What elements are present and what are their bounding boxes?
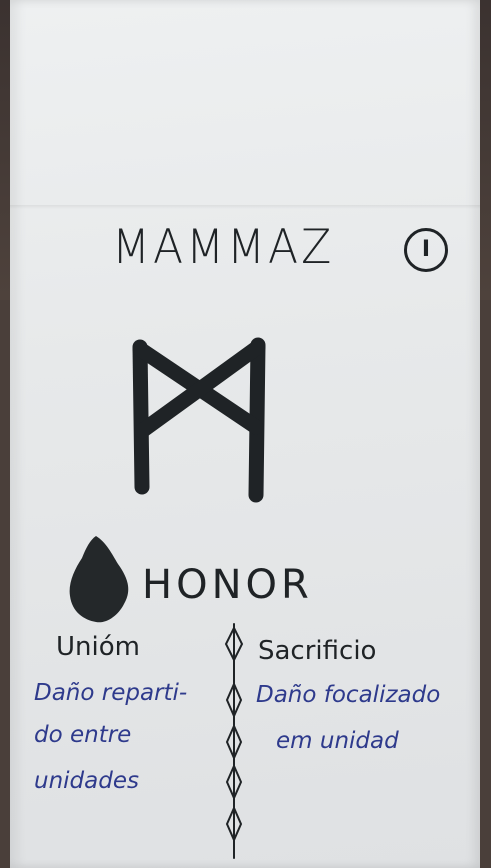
right-column-line-1: Daño focalizado (256, 682, 441, 708)
left-column-line-1: Daño reparti- (34, 680, 188, 706)
value-word: HONOR (142, 562, 313, 608)
ink-blob-icon (69, 536, 129, 623)
mannaz-rune-icon (132, 337, 266, 503)
left-column-line-3: unidades (34, 768, 139, 794)
right-column-heading: Sacrificio (258, 636, 377, 666)
right-column-line-2: em unidad (276, 728, 399, 754)
divider-vine-icon (224, 623, 244, 859)
numeral-badge: I (404, 228, 448, 272)
left-column-line-2: do entre (34, 722, 132, 748)
left-column-heading: Unióm (56, 632, 140, 662)
card-title: MAMMAZ (112, 219, 335, 276)
paper-fold (10, 205, 480, 209)
